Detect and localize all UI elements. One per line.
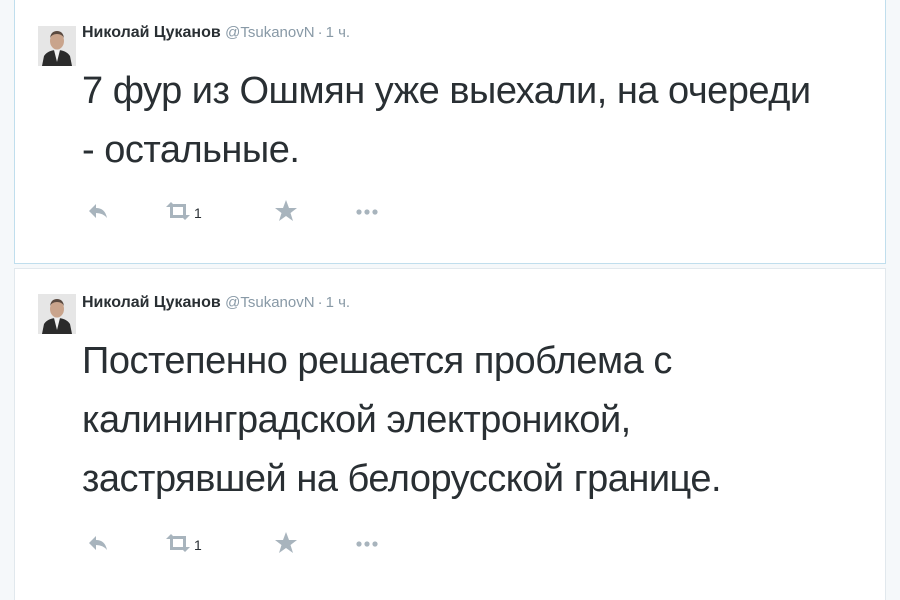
favorite-icon[interactable] [274, 199, 298, 223]
tweet-timestamp[interactable]: 1 ч. [326, 294, 351, 311]
author-handle[interactable]: @TsukanovN [225, 24, 314, 41]
retweet-icon[interactable] [164, 531, 192, 555]
avatar[interactable] [38, 294, 76, 334]
tweet-actions: 1 [70, 531, 470, 561]
tweet-text-line: - остальные. [82, 129, 300, 171]
favorite-icon[interactable] [274, 531, 298, 555]
tweet-text-line: 7 фур из Ошмян уже выехали, на очереди [82, 70, 811, 112]
tweet-header: Николай Цуканов @TsukanovN · 1 ч. [82, 294, 350, 312]
tweet-text-line: застрявшей на белорусской границе. [82, 458, 722, 500]
tweet-text-line: Постепенно решается проблема с [82, 340, 672, 382]
header-separator: · [317, 294, 323, 311]
retweet-count: 1 [194, 205, 202, 221]
tweet-header: Николай Цуканов @TsukanovN · 1 ч. [82, 24, 350, 42]
tweet-text-line: калининградской электроникой, [82, 399, 631, 441]
retweet-count: 1 [194, 537, 202, 553]
tweet-text: Постепенно решается проблема с калинингр… [82, 332, 872, 509]
author-name[interactable]: Николай Цуканов [82, 294, 221, 311]
tweet-timestamp[interactable]: 1 ч. [326, 24, 351, 41]
avatar[interactable] [38, 26, 76, 66]
tweet-actions: 1 [70, 199, 470, 229]
reply-icon[interactable] [86, 531, 110, 555]
avatar-image [38, 26, 76, 66]
author-handle[interactable]: @TsukanovN [225, 294, 314, 311]
tweet-feed: Николай Цуканов @TsukanovN · 1 ч. 7 фур из… [0, 0, 900, 600]
author-name[interactable]: Николай Цуканов [82, 24, 221, 41]
retweet-icon[interactable] [164, 199, 192, 223]
more-icon[interactable] [354, 531, 380, 555]
more-icon[interactable] [354, 199, 380, 223]
tweet-text: 7 фур из Ошмян уже выехали, на очереди -… [82, 62, 872, 180]
header-separator: · [317, 24, 323, 41]
reply-icon[interactable] [86, 199, 110, 223]
avatar-image [38, 294, 76, 334]
